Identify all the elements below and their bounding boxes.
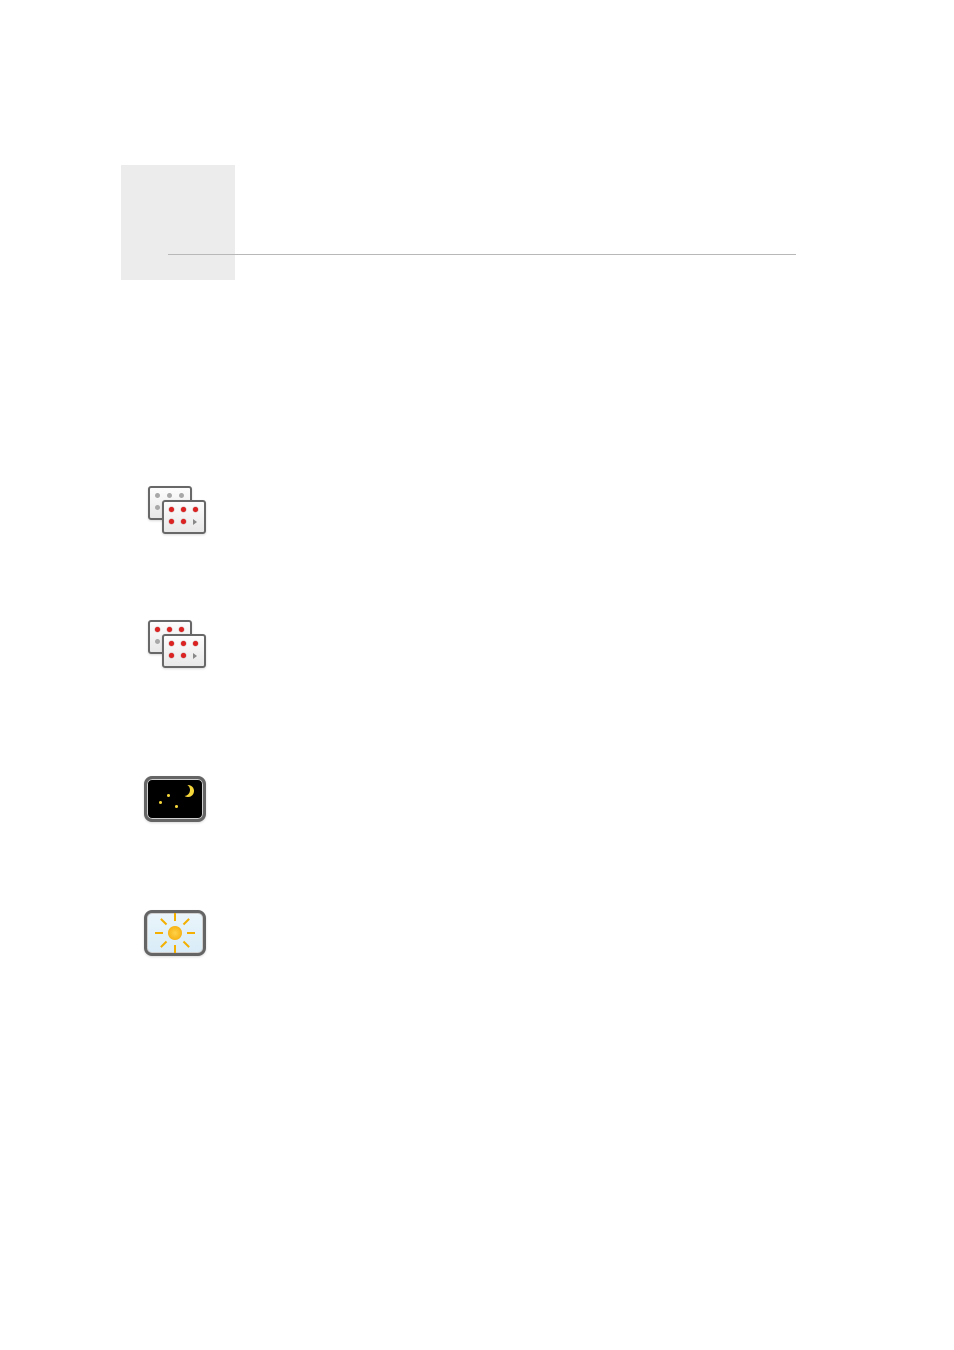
route-overlay-icon [144,620,208,670]
map-selection-icon [144,486,208,536]
header-divider [168,254,796,255]
day-mode-icon [144,910,208,956]
header-gray-block [121,165,235,280]
night-mode-icon [144,776,208,822]
